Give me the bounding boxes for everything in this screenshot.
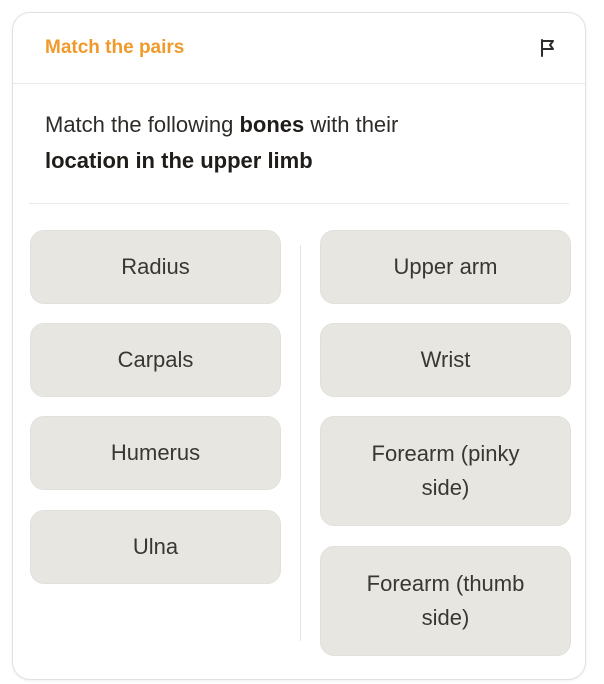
match-pairs-card: Match the pairs Match the following bone… bbox=[12, 12, 586, 680]
card-header: Match the pairs bbox=[13, 13, 585, 84]
left-tile-radius[interactable]: Radius bbox=[30, 230, 281, 304]
right-tile-wrist[interactable]: Wrist bbox=[320, 323, 571, 397]
divider bbox=[29, 203, 569, 204]
right-tile-upper-arm[interactable]: Upper arm bbox=[320, 230, 571, 304]
column-separator bbox=[300, 245, 301, 641]
right-tile-forearm-pinky[interactable]: Forearm (pinky side) bbox=[320, 416, 571, 526]
card-title: Match the pairs bbox=[45, 37, 185, 58]
question-bold-bones: bones bbox=[239, 112, 305, 137]
left-tile-humerus[interactable]: Humerus bbox=[30, 416, 281, 490]
question-text: Match the following bones with their loc… bbox=[45, 107, 565, 179]
question-middle: with their bbox=[304, 112, 399, 137]
question-prefix: Match the following bbox=[45, 112, 240, 137]
right-tile-forearm-thumb[interactable]: Forearm (thumb side) bbox=[320, 546, 571, 656]
left-tile-carpals[interactable]: Carpals bbox=[30, 323, 281, 397]
flag-icon[interactable] bbox=[539, 38, 557, 58]
left-tile-ulna[interactable]: Ulna bbox=[30, 510, 281, 584]
question-bold-location: location in the upper limb bbox=[45, 148, 313, 173]
